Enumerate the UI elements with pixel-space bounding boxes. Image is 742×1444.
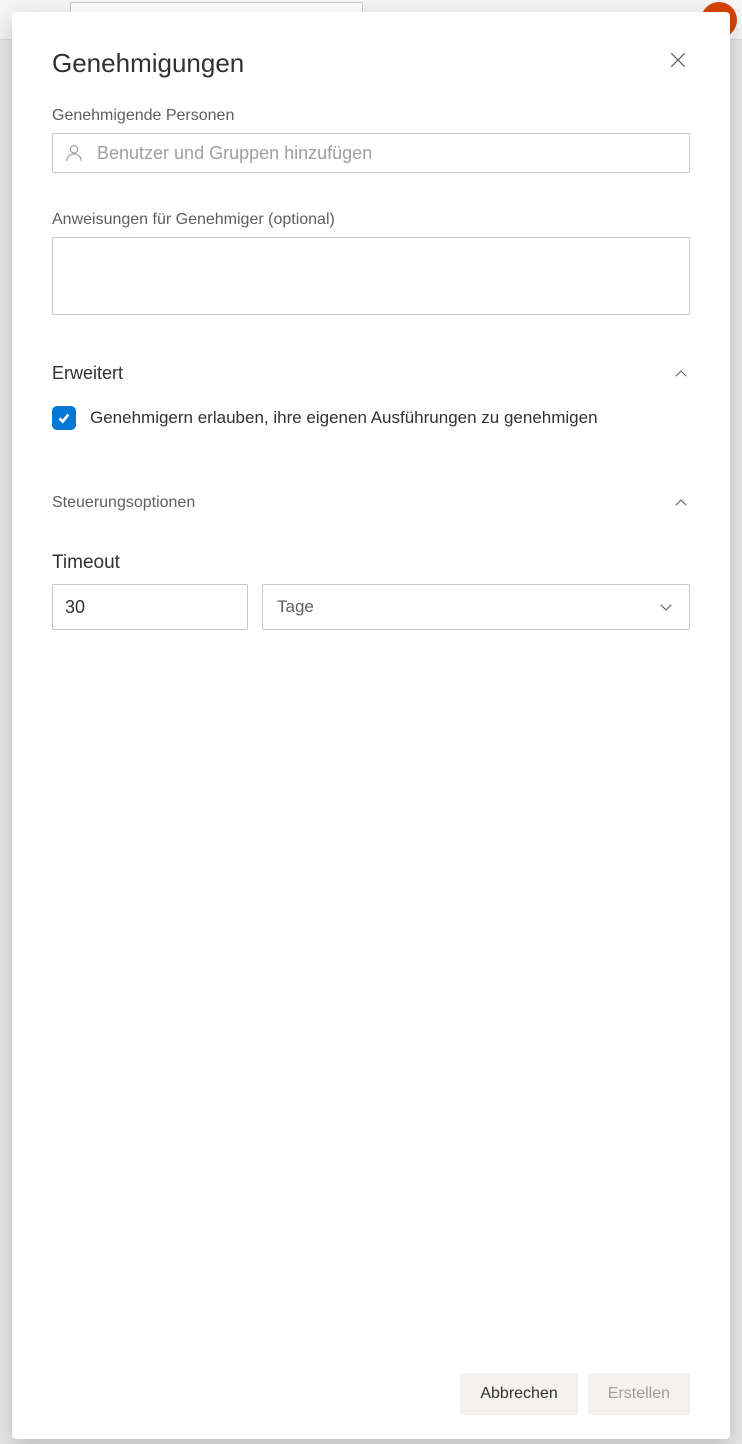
instructions-label: Anweisungen für Genehmiger (optional) — [52, 211, 690, 229]
cancel-button[interactable]: Abbrechen — [460, 1373, 577, 1415]
person-icon — [63, 142, 85, 164]
timeout-unit-label: Tage — [277, 597, 314, 617]
approvals-modal: Genehmigungen Genehmigende Personen Anwe… — [12, 12, 730, 1439]
timeout-label: Timeout — [52, 552, 690, 574]
approvers-label: Genehmigende Personen — [52, 107, 690, 125]
chevron-up-icon — [672, 494, 690, 512]
chevron-down-icon — [657, 598, 675, 616]
close-icon — [668, 50, 688, 70]
allow-own-approval-checkbox[interactable] — [52, 406, 76, 430]
modal-header: Genehmigungen — [52, 48, 690, 79]
modal-footer: Abbrechen Erstellen — [52, 1373, 690, 1415]
chevron-up-icon — [672, 365, 690, 383]
allow-own-approval-label: Genehmigern erlauben, ihre eigenen Ausfü… — [90, 408, 598, 428]
advanced-section-header[interactable]: Erweitert — [52, 363, 690, 384]
timeout-value-input[interactable] — [52, 584, 248, 630]
control-section-header[interactable]: Steuerungsoptionen — [52, 494, 690, 512]
close-button[interactable] — [666, 48, 690, 72]
allow-own-approval-row: Genehmigern erlauben, ihre eigenen Ausfü… — [52, 406, 690, 430]
modal-title: Genehmigungen — [52, 48, 244, 79]
create-button[interactable]: Erstellen — [588, 1373, 690, 1415]
approvers-input[interactable] — [97, 143, 679, 164]
approvers-input-wrapper[interactable] — [52, 133, 690, 173]
check-icon — [57, 411, 71, 425]
timeout-unit-select[interactable]: Tage — [262, 584, 690, 630]
instructions-textarea[interactable] — [52, 237, 690, 315]
timeout-row: Tage — [52, 584, 690, 630]
control-title: Steuerungsoptionen — [52, 494, 195, 512]
advanced-title: Erweitert — [52, 363, 123, 384]
